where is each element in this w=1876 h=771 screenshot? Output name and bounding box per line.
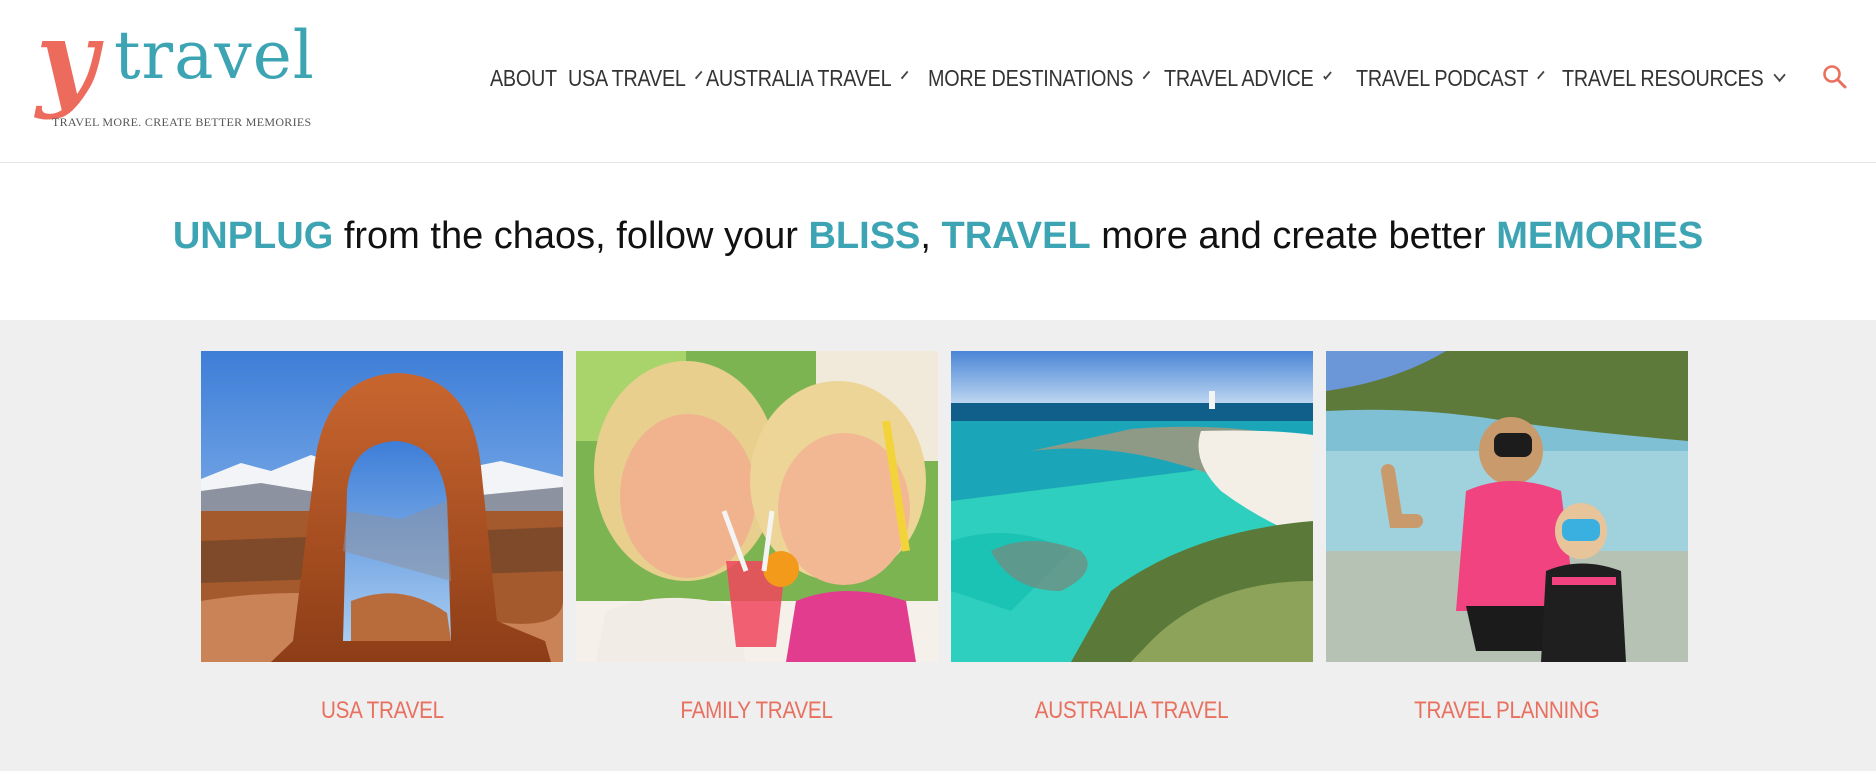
tagline-unplug: UNPLUG (172, 215, 334, 257)
logo-wordmark: travel (114, 17, 315, 94)
nav-item-travel-advice[interactable]: TRAVEL ADVICE (1164, 64, 1332, 92)
category-link-travel-planning[interactable]: TRAVEL PLANNING (1326, 697, 1688, 725)
tagline-travel: TRAVEL (941, 215, 1091, 257)
tagline-text: more and create better (1090, 215, 1497, 257)
site-logo[interactable]: y travel TRAVEL MORE. CREATE BETTER MEMO… (36, 6, 326, 130)
tagline-memories: MEMORIES (1496, 215, 1704, 257)
category-card-usa: USA TRAVEL (201, 351, 563, 725)
nav-item-label: USA TRAVEL (568, 64, 686, 91)
nav-item-usa-travel[interactable]: USA TRAVEL (568, 64, 703, 92)
logo-y-letter: y (36, 0, 98, 121)
hero-tagline: UNPLUG from the chaos, follow your BLISS… (0, 215, 1876, 258)
delicate-arch-photo[interactable] (201, 351, 563, 662)
category-card-australia: AUSTRALIA TRAVEL (951, 351, 1313, 725)
chevron-down-icon (1537, 70, 1545, 80)
main-nav: ABOUT USA TRAVEL AUSTRALIA TRAVEL MORE D… (490, 60, 1820, 96)
girls-drinking-photo[interactable] (576, 351, 938, 662)
nav-item-label: TRAVEL PODCAST (1356, 64, 1529, 91)
nav-item-label: TRAVEL ADVICE (1164, 64, 1314, 91)
tagline-text: from the chaos, follow your (333, 215, 809, 257)
snorkel-beach-photo[interactable] (1326, 351, 1688, 662)
coastline-aerial-photo[interactable] (951, 351, 1313, 662)
chevron-down-icon (1142, 70, 1150, 80)
logo-tagline: TRAVEL MORE. CREATE BETTER MEMORIES (52, 115, 312, 129)
category-card-planning: TRAVEL PLANNING (1326, 351, 1688, 725)
category-card-family: FAMILY TRAVEL (576, 351, 938, 725)
nav-item-australia-travel[interactable]: AUSTRALIA TRAVEL (706, 64, 908, 92)
nav-item-label: TRAVEL RESOURCES (1562, 64, 1764, 91)
nav-item-label: AUSTRALIA TRAVEL (706, 64, 892, 91)
category-link-family-travel[interactable]: FAMILY TRAVEL (576, 697, 938, 725)
category-link-australia-travel[interactable]: AUSTRALIA TRAVEL (951, 697, 1313, 725)
nav-item-about[interactable]: ABOUT (490, 65, 557, 92)
category-grid: USA TRAVEL FAMILY TRAVEL AUSTRALIA TRAVE… (0, 320, 1876, 771)
chevron-down-icon (1773, 67, 1786, 83)
search-icon[interactable] (1822, 64, 1848, 90)
chevron-down-icon (1322, 69, 1332, 81)
category-link-usa-travel[interactable]: USA TRAVEL (201, 697, 563, 725)
chevron-down-icon (900, 70, 908, 80)
site-header: y travel TRAVEL MORE. CREATE BETTER MEMO… (0, 0, 1876, 163)
tagline-text: , (920, 215, 942, 257)
nav-item-label: ABOUT (490, 64, 557, 91)
nav-item-travel-resources[interactable]: TRAVEL RESOURCES (1562, 64, 1786, 92)
nav-item-label: MORE DESTINATIONS (928, 64, 1134, 91)
tagline-bliss: BLISS (808, 215, 921, 257)
nav-item-more-destinations[interactable]: MORE DESTINATIONS (928, 64, 1150, 92)
chevron-down-icon (694, 70, 703, 80)
nav-item-travel-podcast[interactable]: TRAVEL PODCAST (1356, 64, 1545, 92)
